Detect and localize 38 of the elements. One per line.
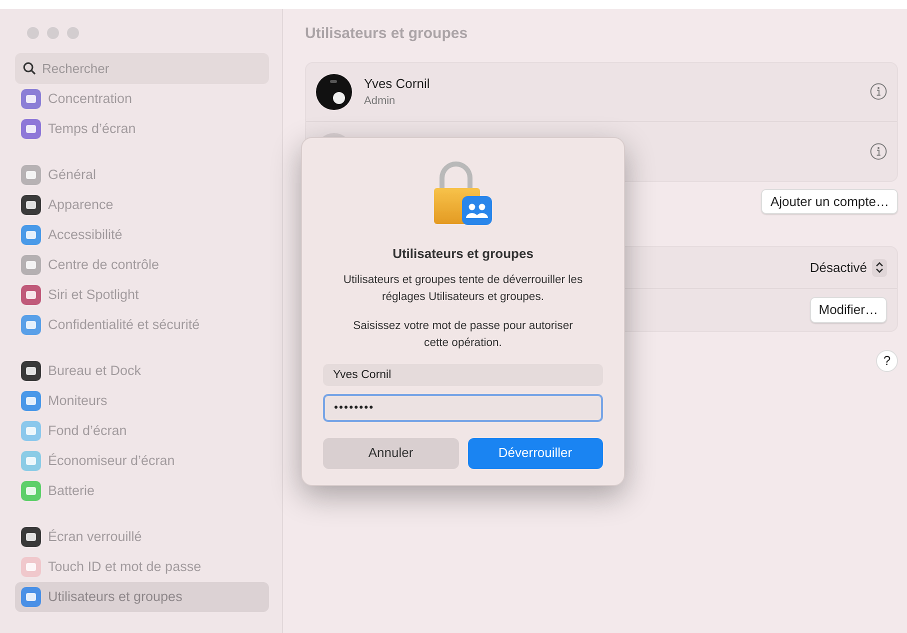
sidebar-item[interactable]: Économiseur d’écran bbox=[15, 446, 269, 476]
sidebar-item[interactable]: Écran verrouillé bbox=[15, 522, 269, 552]
help-button[interactable]: ? bbox=[876, 350, 898, 372]
cancel-button[interactable]: Annuler bbox=[323, 438, 458, 468]
username-field[interactable]: Yves Cornil bbox=[323, 364, 603, 386]
sidebar-item[interactable]: Général bbox=[15, 160, 269, 190]
unlock-button[interactable]: Déverrouiller bbox=[468, 438, 603, 468]
stepper-icon bbox=[875, 261, 884, 274]
sidebar-item[interactable]: Touch ID et mot de passe bbox=[15, 552, 269, 582]
sidebar-item[interactable]: Siri et Spotlight bbox=[15, 280, 269, 310]
info-icon[interactable] bbox=[870, 142, 887, 160]
sidebar-item[interactable]: Utilisateurs et groupes bbox=[15, 582, 269, 612]
modify-button[interactable]: Modifier… bbox=[810, 297, 887, 323]
window-zoom-button[interactable] bbox=[67, 27, 79, 39]
dialog-prompt: Saisissez votre mot de passe pour autoriser cette opération. bbox=[352, 318, 574, 350]
sidebar-item[interactable]: Apparence bbox=[15, 190, 269, 220]
user-role: Admin bbox=[364, 94, 396, 109]
dialog-message: Utilisateurs et groupes tente de déverrouiller les réglages Utilisateurs et groupes. bbox=[342, 272, 584, 304]
sidebar-item[interactable]: Confidentialité et sécurité bbox=[15, 310, 269, 340]
page-title: Utilisateurs et groupes bbox=[305, 24, 469, 44]
user-name: Yves Cornil bbox=[364, 74, 431, 92]
sidebar-item[interactable]: Moniteurs bbox=[15, 386, 269, 416]
window-close-button[interactable] bbox=[27, 27, 39, 39]
sidebar-item[interactable]: Accessibilité bbox=[15, 220, 269, 250]
add-account-button[interactable]: Ajouter un compte… bbox=[761, 188, 898, 214]
popup-select[interactable]: Désactivé bbox=[810, 258, 887, 278]
sidebar-item[interactable]: Concentration bbox=[15, 84, 269, 114]
dialog-title: Utilisateurs et groupes bbox=[392, 245, 534, 263]
sidebar-item[interactable]: Fond d’écran bbox=[15, 416, 269, 446]
window-minimize-button[interactable] bbox=[47, 27, 59, 39]
search-field[interactable]: Rechercher bbox=[15, 53, 269, 84]
sidebar-item[interactable]: Centre de contrôle bbox=[15, 250, 269, 280]
info-icon[interactable] bbox=[870, 83, 887, 100]
avatar bbox=[316, 74, 352, 110]
password-field[interactable]: •••••••• bbox=[323, 394, 603, 422]
sidebar-item[interactable]: Temps d’écran bbox=[15, 114, 269, 144]
sidebar-item[interactable]: Batterie bbox=[15, 476, 269, 506]
sidebar-item[interactable]: Bureau et Dock bbox=[15, 356, 269, 386]
